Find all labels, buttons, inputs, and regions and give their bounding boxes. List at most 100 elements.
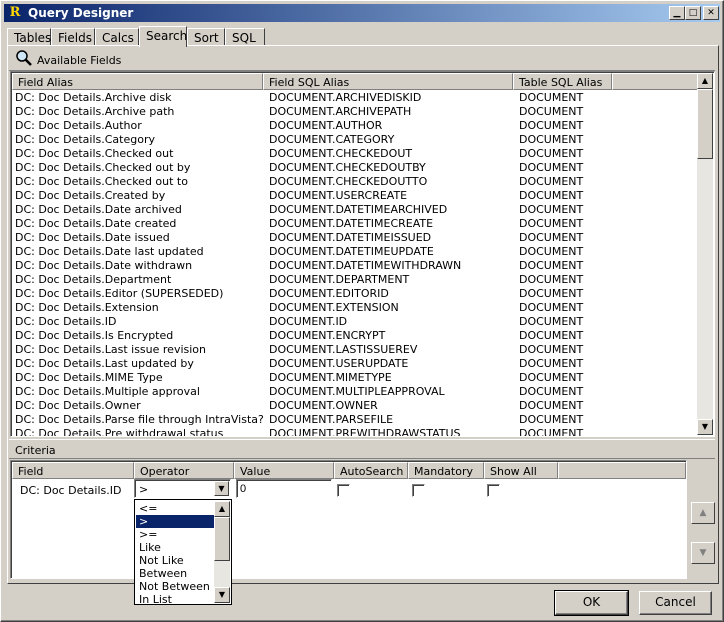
tab-sql[interactable]: SQL: [225, 28, 265, 46]
criteria-header-autosearch[interactable]: AutoSearch: [334, 462, 408, 479]
cancel-button[interactable]: Cancel: [639, 591, 712, 615]
show-all-checkbox[interactable]: [487, 484, 500, 497]
dropdown-scroll-up-icon[interactable]: ▲: [214, 501, 230, 517]
autosearch-checkbox[interactable]: [337, 484, 350, 497]
tab-fields[interactable]: Fields: [51, 28, 95, 46]
operator-option-between[interactable]: Between: [136, 567, 216, 580]
table-sql-alias-cell: DOCUMENT: [519, 399, 584, 412]
ok-button[interactable]: OK: [554, 590, 629, 616]
criteria-header-mandatory[interactable]: Mandatory: [408, 462, 484, 479]
field-sql-alias-cell: DOCUMENT.DATETIMEISSUED: [269, 231, 432, 244]
table-row[interactable]: DC: Doc Details.Checked out to DOCUMENT.C…: [12, 175, 700, 189]
field-alias-cell: DC: Doc Details.Is Encrypted: [15, 329, 174, 342]
table-row[interactable]: DC: Doc Details.Category DOCUMENT.CATEGOR…: [12, 133, 700, 147]
table-sql-alias-cell: DOCUMENT: [519, 105, 584, 118]
table-row[interactable]: DC: Doc Details.Date last updated DOCUMEN…: [12, 245, 700, 259]
criteria-value-input[interactable]: [236, 479, 332, 498]
scroll-up-arrow-icon[interactable]: ▲: [697, 73, 713, 89]
criteria-header-value[interactable]: Value: [234, 462, 334, 479]
field-sql-alias-cell: DOCUMENT.ARCHIVEDISKID: [269, 91, 422, 104]
table-row[interactable]: DC: Doc Details.MIME Type DOCUMENT.MIMETY…: [12, 371, 700, 385]
criteria-header-show-all[interactable]: Show All: [484, 462, 558, 479]
dropdown-scroll-down-icon[interactable]: ▼: [214, 587, 230, 603]
dropdown-scrollbar[interactable]: ▲ ▼: [214, 501, 230, 603]
table-row[interactable]: DC: Doc Details.Last issue revision DOCUM…: [12, 343, 700, 357]
operator-combobox[interactable]: > ▼: [134, 479, 231, 498]
field-sql-alias-cell: DOCUMENT.DATETIMECREATE: [269, 217, 434, 230]
fields-vertical-scrollbar[interactable]: ▲ ▼: [697, 73, 713, 435]
table-row[interactable]: DC: Doc Details.Pre withdrawal status DOC…: [12, 427, 700, 436]
tab-calcs[interactable]: Calcs: [95, 28, 139, 46]
field-alias-cell: DC: Doc Details.Owner: [15, 399, 141, 412]
field-alias-cell: DC: Doc Details.Editor (SUPERSEDED): [15, 287, 224, 300]
table-row[interactable]: DC: Doc Details.Parse file through Intra…: [12, 413, 700, 427]
table-row[interactable]: DC: Doc Details.Department DOCUMENT.DEPAR…: [12, 273, 700, 287]
column-header-field-sql-alias[interactable]: Field SQL Alias: [263, 73, 513, 90]
table-row[interactable]: DC: Doc Details.Author DOCUMENT.AUTHOR DOC…: [12, 119, 700, 133]
chevron-down-icon[interactable]: ▼: [214, 481, 229, 496]
column-header-field-alias[interactable]: Field Alias: [12, 73, 263, 90]
table-row[interactable]: DC: Doc Details.Date issued DOCUMENT.DATE…: [12, 231, 700, 245]
field-sql-alias-cell: DOCUMENT.PARSEFILE: [269, 413, 394, 426]
scroll-thumb[interactable]: [697, 89, 713, 159]
field-alias-cell: DC: Doc Details.Created by: [15, 189, 166, 202]
field-sql-alias-cell: DOCUMENT.MULTIPLEAPPROVAL: [269, 385, 445, 398]
operator-option-not-like[interactable]: Not Like: [136, 554, 216, 567]
dropdown-scroll-thumb[interactable]: [214, 517, 230, 561]
field-sql-alias-cell: DOCUMENT.DATETIMEUPDATE: [269, 245, 434, 258]
table-row[interactable]: DC: Doc Details.Editor (SUPERSEDED) DOCUM…: [12, 287, 700, 301]
operator-option-ge[interactable]: >=: [136, 528, 216, 541]
field-sql-alias-cell: DOCUMENT.LASTISSUEREV: [269, 343, 418, 356]
table-row[interactable]: DC: Doc Details.Multiple approval DOCUMEN…: [12, 385, 700, 399]
table-row[interactable]: DC: Doc Details.Date created DOCUMENT.DAT…: [12, 217, 700, 231]
operator-option-le[interactable]: <=: [136, 502, 216, 515]
table-sql-alias-cell: DOCUMENT: [519, 301, 584, 314]
field-alias-cell: DC: Doc Details.Last updated by: [15, 357, 194, 370]
column-header-table-sql-alias[interactable]: Table SQL Alias: [513, 73, 612, 90]
table-row[interactable]: DC: Doc Details.Date withdrawn DOCUMENT.D…: [12, 259, 700, 273]
mandatory-checkbox[interactable]: [412, 484, 425, 497]
operator-dropdown-list[interactable]: <= > >= Like Not Like Between Not Betwee…: [134, 499, 232, 605]
tab-search[interactable]: Search: [139, 26, 187, 47]
criteria-header-field[interactable]: Field: [12, 462, 134, 479]
operator-option-like[interactable]: Like: [136, 541, 216, 554]
table-row[interactable]: DC: Doc Details.Archive path DOCUMENT.ARC…: [12, 105, 700, 119]
field-sql-alias-cell: DOCUMENT.DATETIMEWITHDRAWN: [269, 259, 462, 272]
criteria-field-name: DC: Doc Details.ID: [20, 484, 122, 497]
table-row[interactable]: DC: Doc Details.Checked out DOCUMENT.CHEC…: [12, 147, 700, 161]
table-row[interactable]: DC: Doc Details.Extension DOCUMENT.EXTENS…: [12, 301, 700, 315]
field-alias-cell: DC: Doc Details.Archive path: [15, 105, 175, 118]
available-fields-grid[interactable]: Field Alias Field SQL Alias Table SQL Al…: [10, 71, 715, 437]
tab-tables[interactable]: Tables: [7, 28, 51, 46]
scroll-down-arrow-icon[interactable]: ▼: [697, 419, 713, 435]
title-bar[interactable]: R Query Designer ▁ □ ✕: [4, 4, 720, 22]
criteria-grid[interactable]: Field Operator Value AutoSearch Mandator…: [10, 460, 687, 579]
table-sql-alias-cell: DOCUMENT: [519, 343, 584, 356]
field-sql-alias-cell: DOCUMENT.ENCRYPT: [269, 329, 386, 342]
tab-sort[interactable]: Sort: [187, 28, 225, 46]
operator-option-not-between[interactable]: Not Between: [136, 580, 216, 593]
table-row[interactable]: DC: Doc Details.Is Encrypted DOCUMENT.ENC…: [12, 329, 700, 343]
field-sql-alias-cell: DOCUMENT.MIMETYPE: [269, 371, 392, 384]
minimize-button[interactable]: ▁: [669, 6, 685, 20]
table-row[interactable]: DC: Doc Details.ID DOCUMENT.ID DOCUMENT: [12, 315, 700, 329]
field-alias-cell: DC: Doc Details.Checked out: [15, 147, 174, 160]
table-row[interactable]: DC: Doc Details.Owner DOCUMENT.OWNER DOCUM…: [12, 399, 700, 413]
criteria-header-operator[interactable]: Operator: [134, 462, 234, 479]
operator-option-in-list[interactable]: In List: [136, 593, 216, 604]
arrow-up-icon[interactable]: ▲: [691, 502, 715, 524]
field-sql-alias-cell: DOCUMENT.CATEGORY: [269, 133, 395, 146]
table-row[interactable]: DC: Doc Details.Date archived DOCUMENT.DA…: [12, 203, 700, 217]
field-alias-cell: DC: Doc Details.Author: [15, 119, 142, 132]
field-sql-alias-cell: DOCUMENT.DEPARTMENT: [269, 273, 410, 286]
maximize-button[interactable]: □: [685, 6, 701, 20]
close-button[interactable]: ✕: [703, 6, 719, 20]
arrow-down-icon[interactable]: ▼: [691, 542, 715, 564]
table-row[interactable]: DC: Doc Details.Checked out by DOCUMENT.C…: [12, 161, 700, 175]
table-sql-alias-cell: DOCUMENT: [519, 91, 584, 104]
table-row[interactable]: DC: Doc Details.Archive disk DOCUMENT.ARC…: [12, 91, 700, 105]
operator-option-gt[interactable]: >: [136, 515, 216, 528]
table-row[interactable]: DC: Doc Details.Created by DOCUMENT.USERC…: [12, 189, 700, 203]
table-sql-alias-cell: DOCUMENT: [519, 161, 584, 174]
table-row[interactable]: DC: Doc Details.Last updated by DOCUMENT.…: [12, 357, 700, 371]
